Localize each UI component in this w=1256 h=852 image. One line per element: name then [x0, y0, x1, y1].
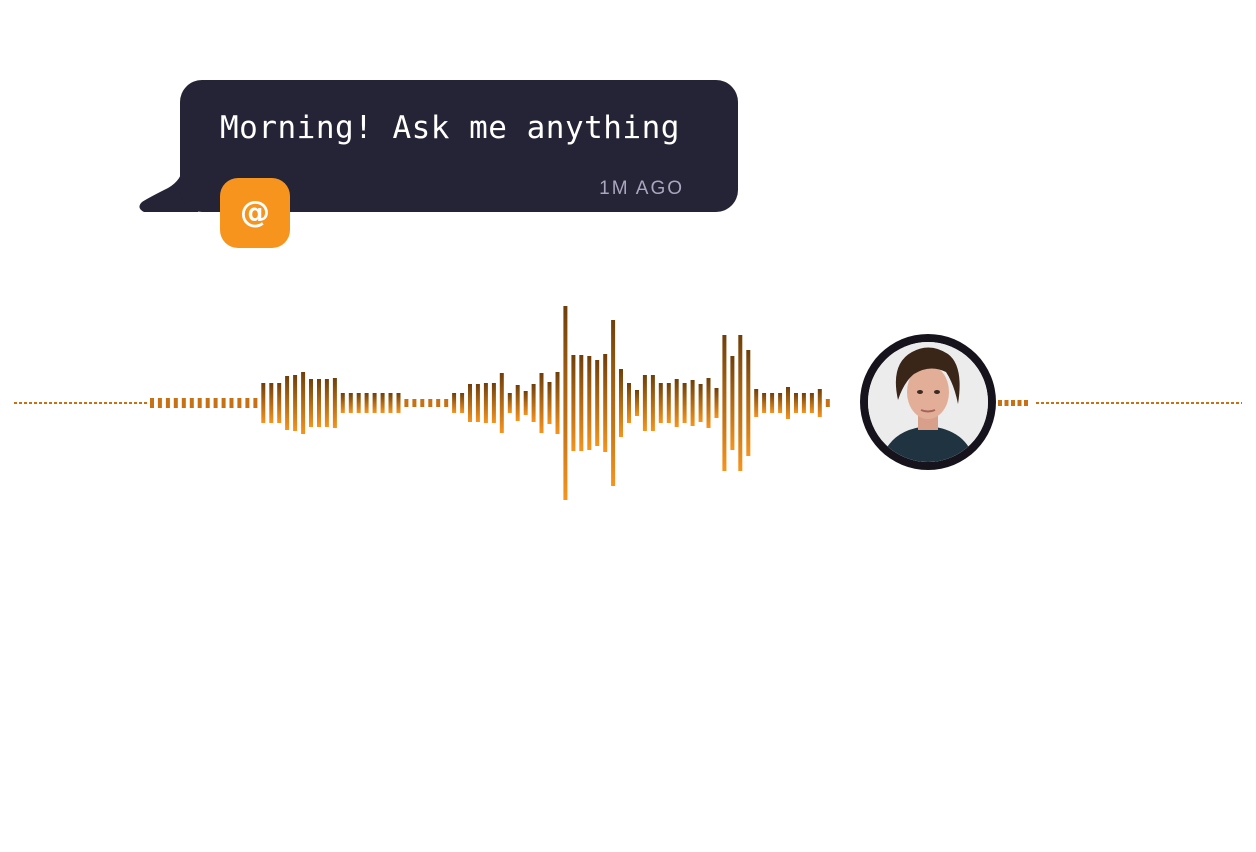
waveform-bar — [189, 398, 194, 408]
waveform-bar — [531, 384, 536, 422]
waveform-bar — [817, 389, 822, 417]
waveform-bar — [515, 385, 520, 421]
waveform-bar — [173, 398, 178, 408]
waveform-bar — [301, 372, 306, 434]
waveform-bar — [404, 399, 409, 407]
waveform-bar — [332, 378, 337, 428]
waveform-bar — [627, 383, 631, 423]
waveform-bar — [698, 384, 703, 422]
waveform-bar — [261, 383, 266, 423]
waveform-bar — [778, 393, 783, 413]
waveform-bar — [611, 320, 616, 486]
waveform-bar — [237, 398, 242, 408]
waveform-bar — [754, 389, 759, 417]
waveform-bar — [722, 335, 727, 471]
waveform-bar — [468, 384, 472, 422]
waveform-bar — [738, 335, 743, 471]
waveform-bar — [221, 398, 226, 408]
waveform-bar — [420, 399, 425, 407]
waveform-bar — [587, 356, 592, 450]
waveform-bar — [825, 399, 830, 407]
waveform-bar — [245, 398, 250, 408]
waveform-bar — [571, 355, 576, 451]
waveform-bar — [555, 372, 560, 434]
waveform-bar — [579, 355, 584, 451]
waveform-bar — [762, 393, 767, 413]
waveform-bar — [348, 393, 353, 413]
waveform-bar — [1011, 400, 1015, 406]
waveform-bar — [746, 350, 751, 456]
waveform-bar — [619, 369, 623, 437]
waveform-bar — [491, 383, 496, 423]
waveform-bar — [635, 390, 639, 416]
waveform-bar — [998, 400, 1002, 406]
waveform-bar — [674, 379, 679, 427]
waveform-bar — [1004, 400, 1009, 406]
waveform-bar — [396, 393, 401, 413]
waveform-bar — [650, 375, 655, 431]
waveform-bar — [285, 376, 290, 430]
waveform-bar — [666, 383, 671, 423]
waveform-bar — [356, 393, 361, 413]
waveform-bar — [770, 393, 775, 413]
waveform-bar — [563, 306, 568, 500]
user-avatar-icon[interactable] — [860, 334, 996, 470]
waveform-bar — [507, 393, 512, 413]
waveform-bar — [1024, 400, 1028, 406]
waveform-bar — [539, 373, 544, 433]
waveform-bar — [253, 398, 258, 408]
waveform-bar — [595, 360, 600, 446]
waveform-bar — [682, 383, 687, 423]
waveform-bar — [730, 356, 735, 450]
waveform-bar — [499, 373, 504, 433]
waveform-bar — [229, 398, 234, 408]
waveform-bar — [165, 398, 170, 408]
waveform-bar — [181, 398, 186, 408]
waveform-bar — [452, 393, 457, 413]
waveform-bar — [801, 393, 806, 413]
audio-waveform — [14, 306, 1242, 500]
waveform-bar — [436, 399, 441, 407]
waveform-bar — [475, 384, 480, 422]
waveform-bar — [690, 380, 695, 426]
waveform-bar — [269, 383, 274, 423]
waveform-bar — [714, 388, 719, 418]
waveform-bar — [786, 387, 790, 419]
waveform-bar — [483, 383, 488, 423]
waveform-bar — [205, 398, 210, 408]
waveform-bar — [547, 382, 552, 424]
waveform-bar — [309, 379, 313, 427]
waveform-bar — [460, 393, 465, 413]
waveform-bar — [658, 383, 663, 423]
waveform-bar — [642, 375, 647, 431]
waveform-bar — [809, 393, 814, 413]
waveform-bar — [706, 378, 711, 428]
waveform-bar — [364, 393, 369, 413]
waveform-bar — [794, 393, 798, 413]
waveform-bar — [157, 398, 162, 408]
waveform-bar — [340, 393, 345, 413]
waveform-bar — [372, 393, 377, 413]
waveform-bar — [277, 383, 282, 423]
waveform-bar — [428, 399, 433, 407]
waveform-bar — [197, 398, 202, 408]
waveform-bar — [523, 391, 528, 415]
waveform-bar — [150, 398, 154, 408]
waveform-bar — [388, 393, 393, 413]
waveform-bar — [317, 379, 321, 427]
waveform-bar — [293, 375, 298, 431]
waveform-bar — [603, 354, 608, 452]
waveform-bar — [1017, 400, 1022, 406]
waveform-bar — [324, 379, 329, 427]
waveform-bar — [412, 399, 417, 407]
waveform-bar — [444, 399, 449, 407]
waveform-bar — [213, 398, 218, 408]
waveform-bar — [380, 393, 385, 413]
